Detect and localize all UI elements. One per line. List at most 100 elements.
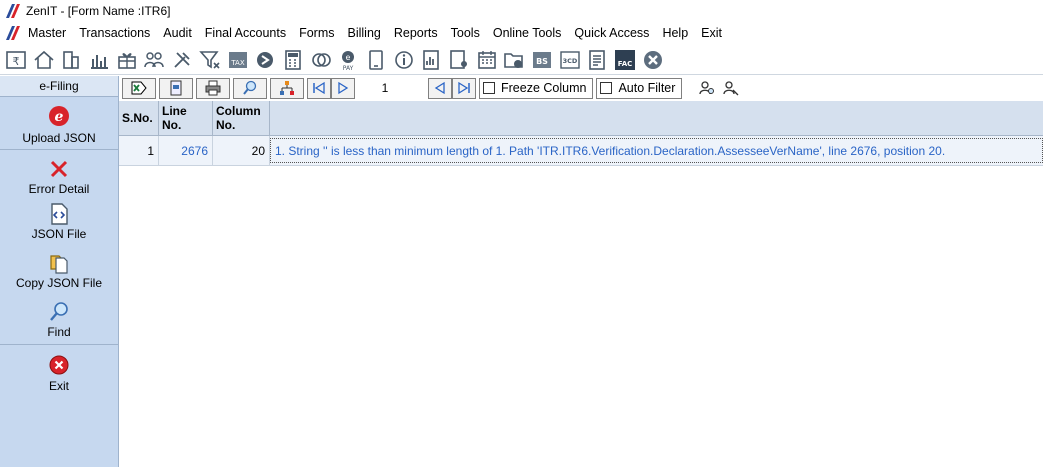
table-row[interactable]: 1 2676 20 1. String '' is less than mini…: [119, 136, 1043, 166]
info-icon[interactable]: [392, 48, 416, 72]
grid-find-button[interactable]: [233, 77, 267, 99]
gift-icon[interactable]: [115, 48, 139, 72]
svg-text:BS: BS: [536, 57, 548, 66]
zoom-out-button[interactable]: [719, 78, 743, 99]
return-icon[interactable]: [253, 48, 277, 72]
svg-text:FAC: FAC: [618, 60, 633, 68]
excel-icon: [131, 81, 147, 95]
play-icon: [338, 81, 349, 95]
svg-text:3CD: 3CD: [562, 57, 577, 65]
efiling-sidebar: e-Filing e Upload JSON Error Detail JSON…: [0, 76, 119, 467]
filter-icon[interactable]: [198, 48, 222, 72]
calculator-icon[interactable]: [281, 48, 305, 72]
export-file-button[interactable]: [159, 77, 193, 99]
menu-quick-access[interactable]: Quick Access: [574, 26, 649, 40]
copy-json-file-label: Copy JSON File: [15, 276, 103, 290]
calendar-icon[interactable]: [475, 48, 499, 72]
home-icon[interactable]: [32, 48, 56, 72]
svg-text:₹: ₹: [13, 55, 20, 68]
json-file-label: JSON File: [31, 227, 87, 241]
menu-exit[interactable]: Exit: [701, 26, 722, 40]
e-pay-icon[interactable]: e PAY: [336, 48, 360, 72]
users-icon[interactable]: [142, 48, 166, 72]
print-button[interactable]: [196, 77, 230, 99]
menu-bar: Master Transactions Audit Final Accounts…: [0, 22, 1043, 44]
user-report-icon[interactable]: [447, 48, 471, 72]
folder-add-icon[interactable]: [502, 48, 526, 72]
fac-icon[interactable]: FAC: [613, 48, 637, 72]
first-page-button[interactable]: [307, 77, 331, 99]
copy-json-file-button[interactable]: Copy JSON File: [0, 247, 118, 296]
column-header-description[interactable]: [270, 101, 1043, 135]
user-search-icon: [699, 81, 715, 95]
auto-filter-checkbox[interactable]: Auto Filter: [596, 77, 683, 99]
tools-icon[interactable]: [170, 48, 194, 72]
exit-label: Exit: [48, 379, 69, 393]
json-file-button[interactable]: JSON File: [0, 198, 118, 247]
bar-chart-icon[interactable]: [87, 48, 111, 72]
find-button[interactable]: Find: [0, 296, 118, 344]
checkbox-box: [600, 82, 613, 94]
freeze-column-checkbox[interactable]: Freeze Column: [479, 77, 594, 99]
x-icon: [50, 160, 68, 178]
checkbox-box: [483, 82, 495, 94]
sidebar-header: e-Filing: [0, 76, 118, 97]
menu-tools[interactable]: Tools: [451, 26, 480, 40]
main-toolbar: ₹ TAX e PAY BS 3CD FAC: [0, 45, 1043, 75]
search-icon: [243, 80, 257, 95]
exit-icon: [49, 355, 69, 375]
tax-icon[interactable]: TAX: [226, 48, 250, 72]
svg-text:e: e: [55, 109, 64, 125]
hierarchy-icon: [280, 81, 294, 95]
prev-page-button[interactable]: [428, 77, 452, 99]
cell-sno: 1: [119, 136, 159, 165]
e-filing-icon: e: [49, 106, 69, 126]
export-excel-button[interactable]: [122, 77, 156, 99]
menu-online-tools[interactable]: Online Tools: [493, 26, 562, 40]
exit-button[interactable]: Exit: [0, 345, 118, 397]
menu-forms[interactable]: Forms: [299, 26, 334, 40]
column-header-column-no[interactable]: Column No.: [213, 101, 270, 135]
printer-icon: [205, 80, 221, 96]
menu-billing[interactable]: Billing: [348, 26, 381, 40]
cell-line-no: 2676: [159, 136, 213, 165]
document-icon[interactable]: [585, 48, 609, 72]
menu-help[interactable]: Help: [662, 26, 688, 40]
bs-icon[interactable]: BS: [530, 48, 554, 72]
building-icon[interactable]: [59, 48, 83, 72]
upload-json-label: Upload JSON: [22, 131, 96, 145]
rupee-icon[interactable]: ₹: [4, 48, 28, 72]
coins-icon[interactable]: [309, 48, 333, 72]
menu-transactions[interactable]: Transactions: [79, 26, 150, 40]
svg-text:PAY: PAY: [343, 65, 354, 71]
menu-reports[interactable]: Reports: [394, 26, 438, 40]
user-clear-icon: [723, 81, 739, 96]
column-header-line-no[interactable]: Line No.: [159, 101, 213, 135]
tree-view-button[interactable]: [270, 77, 304, 99]
auto-filter-label: Auto Filter: [618, 81, 676, 95]
upload-json-button[interactable]: e Upload JSON: [0, 97, 118, 149]
svg-text:e: e: [346, 53, 351, 62]
menu-audit[interactable]: Audit: [163, 26, 192, 40]
magnifier-icon: [50, 302, 68, 321]
3cd-icon[interactable]: 3CD: [558, 48, 582, 72]
error-detail-label: Error Detail: [28, 182, 90, 196]
report-icon[interactable]: [419, 48, 443, 72]
last-page-button[interactable]: [452, 77, 476, 99]
column-header-sno[interactable]: S.No.: [119, 101, 159, 135]
chevron-left-icon: [434, 81, 445, 95]
page-number[interactable]: 1: [358, 78, 412, 99]
error-detail-button[interactable]: Error Detail: [0, 150, 118, 198]
menu-final-accounts[interactable]: Final Accounts: [205, 26, 286, 40]
zoom-in-button[interactable]: [695, 78, 719, 99]
menu-master[interactable]: Master: [28, 26, 66, 40]
cell-column-no: 20: [213, 136, 270, 165]
find-label: Find: [47, 325, 71, 339]
window-title: ZenIT - [Form Name :ITR6]: [26, 4, 171, 18]
grid-toolbar: 1 Freeze Column Auto Filter: [119, 76, 1043, 100]
tablet-icon[interactable]: [364, 48, 388, 72]
close-circle-icon[interactable]: [641, 48, 665, 72]
title-bar: ZenIT - [Form Name :ITR6]: [0, 0, 1043, 22]
previous-page-button[interactable]: [331, 77, 355, 99]
copy-file-icon: [50, 255, 68, 274]
